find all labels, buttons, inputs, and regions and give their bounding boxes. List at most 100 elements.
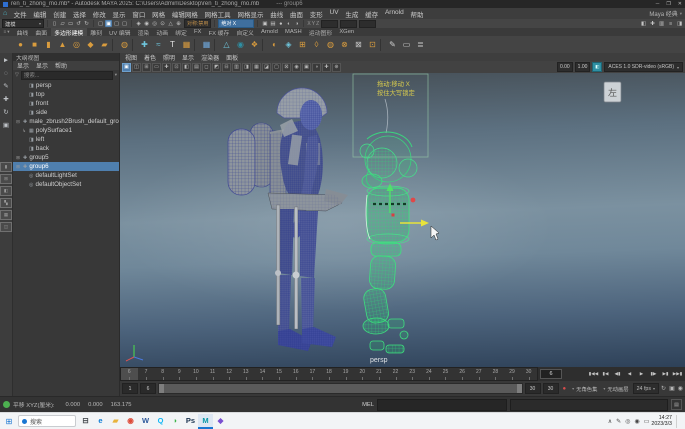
layout-shortcut-button[interactable]: ▦ — [0, 210, 12, 220]
shelf-tool-icon[interactable]: T — [166, 38, 179, 51]
shelf-tool-icon[interactable]: ◊ — [310, 38, 323, 51]
command-results[interactable] — [510, 399, 668, 411]
action-center-button[interactable] — [676, 415, 683, 428]
shelf-tool-icon[interactable]: ▦ — [200, 38, 213, 51]
file-action-icon[interactable]: ↻ — [83, 20, 90, 27]
viewport-toolbar-icon[interactable]: ✚ — [162, 63, 171, 72]
viewport-toolbar-icon[interactable]: ◉ — [292, 63, 301, 72]
shelf-tool-icon[interactable] — [194, 39, 199, 51]
taskbar-app-icon[interactable]: ◉ — [123, 414, 138, 429]
playback-option-icon[interactable]: ▣ — [669, 385, 675, 392]
playback-button[interactable]: ◀ — [624, 369, 635, 379]
outliner-item[interactable]: ↳ ▦ polySurface1 — [13, 126, 119, 135]
shelf-tool-icon[interactable]: ▭ — [400, 38, 413, 51]
expand-toggle-icon[interactable]: ⊞ — [15, 164, 21, 170]
menu-item[interactable]: 变形 — [306, 9, 326, 19]
playback-button[interactable]: ▮▶ — [648, 369, 659, 379]
timeline-frame[interactable]: 8 — [154, 368, 171, 380]
shelf-tool-icon[interactable]: ⊗ — [338, 38, 351, 51]
window-control-button[interactable]: ❐ — [666, 1, 670, 7]
viewport-toolbar-icon[interactable]: ▥ — [232, 63, 241, 72]
shelf-tool-icon[interactable] — [112, 39, 117, 51]
timeline-frame[interactable]: 19 — [337, 368, 354, 380]
viewport-toolbar-icon[interactable]: ▭ — [152, 63, 161, 72]
system-tray-icon[interactable]: ∧ — [608, 418, 612, 425]
selection-mode-icon[interactable]: ▢ — [113, 20, 120, 27]
outliner-item[interactable]: ◨ side — [13, 108, 119, 117]
current-frame-field[interactable]: 6 — [540, 369, 562, 379]
exposure-field[interactable]: 0.00 — [557, 62, 573, 72]
taskbar-clock[interactable]: 14:27 2023/3/3 — [651, 415, 672, 427]
coordinate-field[interactable] — [359, 20, 376, 28]
menu-item[interactable]: 生成 — [342, 9, 362, 19]
view-corner-tag[interactable]: 左 — [604, 82, 621, 102]
taskbar-app-icon[interactable]: ◗ — [168, 414, 183, 429]
pivot-point[interactable] — [392, 214, 395, 217]
timeline-frame[interactable]: 7 — [138, 368, 155, 380]
outliner-search-input[interactable]: 搜索... — [21, 71, 113, 80]
viewport-canvas[interactable]: 拖动:移动 X 按住大写锁定 — [120, 73, 685, 367]
playback-start-field[interactable]: 6 — [140, 383, 156, 394]
viewport-toolbar-icon[interactable]: ▢ — [272, 63, 281, 72]
selection-mode-icon[interactable]: ▢ — [121, 20, 128, 27]
layout-shortcut-button[interactable]: ▚ — [0, 198, 12, 208]
shelf-tab[interactable]: 曲面 — [32, 28, 51, 36]
viewport-toolbar-icon[interactable]: ▦ — [252, 63, 261, 72]
menu-item[interactable]: 曲线 — [267, 9, 287, 19]
timeline-frame[interactable]: 28 — [487, 368, 504, 380]
layout-shortcut-button[interactable]: ▮ — [0, 162, 12, 172]
shelf-tool-icon[interactable]: ⊡ — [366, 38, 379, 51]
timeline-frame[interactable]: 24 — [421, 368, 438, 380]
exosuit-model-wireframe-selected[interactable] — [360, 132, 417, 353]
coordinate-field[interactable] — [321, 20, 338, 28]
timeline-frame[interactable]: 13 — [237, 368, 254, 380]
file-action-icon[interactable]: ▱ — [59, 20, 66, 27]
shelf-tab[interactable]: 绑定 — [172, 28, 191, 36]
selection-mode-icon[interactable]: ▢ — [97, 20, 104, 27]
viewport-toolbar-icon[interactable]: ▣ — [122, 63, 131, 72]
viewport-menu-item[interactable]: 显示 — [182, 53, 194, 62]
timeline-frame[interactable]: 29 — [504, 368, 521, 380]
menu-item[interactable]: Arnold — [382, 9, 408, 19]
menu-item[interactable]: 显示 — [109, 9, 129, 19]
viewport-menu-item[interactable]: 视图 — [125, 53, 137, 62]
menu-item[interactable]: 编辑网格 — [168, 9, 201, 19]
script-editor-icon[interactable]: ▤ — [671, 399, 682, 410]
layout-shortcut-button[interactable]: ⊞ — [0, 174, 12, 184]
viewport-toolbar-icon[interactable]: ◪ — [262, 63, 271, 72]
render-icon[interactable]: ● — [277, 20, 284, 27]
shelf-tab[interactable]: 雕刻 — [87, 28, 106, 36]
shelf-tool-icon[interactable]: ◍ — [324, 38, 337, 51]
shelf-tool-icon[interactable]: ≈ — [152, 38, 165, 51]
timeline-frame[interactable]: 21 — [371, 368, 388, 380]
playback-button[interactable]: ▮◀◀ — [588, 369, 599, 379]
shelf-tab[interactable]: 动画 — [153, 28, 172, 36]
menu-item[interactable]: 网格工具 — [201, 9, 234, 19]
file-action-icon[interactable]: ▯ — [51, 20, 58, 27]
viewport-menu-item[interactable]: 照明 — [163, 53, 175, 62]
filter-icon[interactable]: ▽ — [15, 72, 19, 78]
tool-icon[interactable]: ▣ — [1, 120, 12, 130]
viewport-menu-item[interactable]: 面板 — [226, 53, 238, 62]
shelf-tool-icon[interactable]: ⊞ — [296, 38, 309, 51]
viewport-toolbar-icon[interactable]: ◑ — [312, 63, 321, 72]
outliner-item[interactable]: ◨ front — [13, 99, 119, 108]
playback-option-icon[interactable]: ◉ — [678, 385, 683, 392]
character-set-dropdown[interactable]: 无角色集 — [570, 384, 599, 393]
menu-item[interactable]: 窗口 — [129, 9, 149, 19]
timeline-frame[interactable]: 10 — [188, 368, 205, 380]
system-tray-icon[interactable]: ◎ — [625, 418, 630, 425]
workspace-selector[interactable]: Maya 经典 — [649, 9, 682, 18]
shelf-tool-icon[interactable]: ■ — [28, 38, 41, 51]
shelf-tool-icon[interactable]: ◎ — [70, 38, 83, 51]
shelf-tool-icon[interactable] — [380, 39, 385, 51]
sidebar-toggle-icon[interactable]: ▥ — [658, 20, 665, 27]
timeline-frame[interactable]: 30 — [520, 368, 537, 380]
shelf-menu-icon[interactable]: ≡ — [4, 29, 7, 35]
layout-shortcut-button[interactable]: ◫ — [0, 222, 12, 232]
system-tray-icon[interactable]: ◉ — [634, 418, 639, 425]
timeline-frame[interactable]: 20 — [354, 368, 371, 380]
expand-toggle-icon[interactable]: ↳ — [21, 128, 27, 134]
shelf-tool-icon[interactable]: △ — [220, 38, 233, 51]
anim-layer-dropdown[interactable]: 无动画层 — [601, 384, 630, 393]
